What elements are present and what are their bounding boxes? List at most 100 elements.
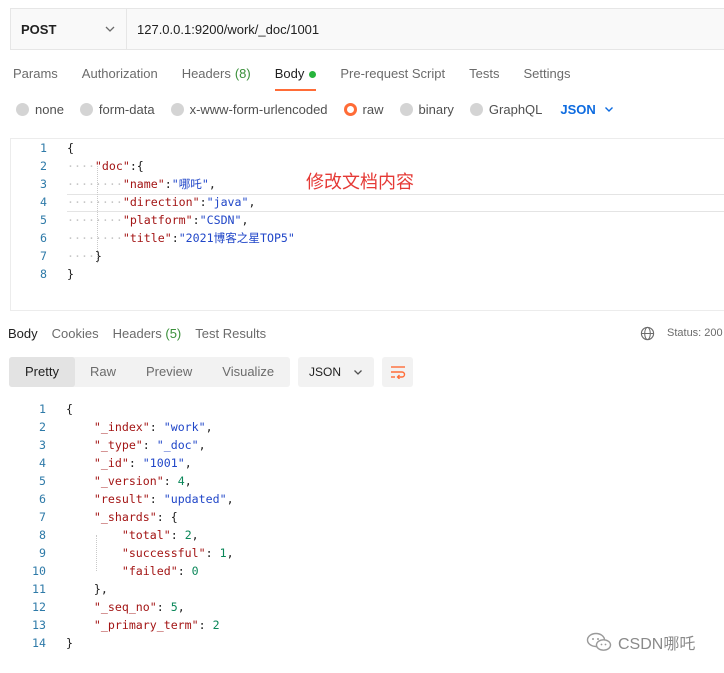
line-number: 8 <box>40 267 47 281</box>
code-line: }, <box>66 582 108 596</box>
response-body-viewer: 1 { 2 "_index": "work", 3 "_type": "_doc"… <box>10 400 724 660</box>
line-number: 6 <box>39 492 46 506</box>
tab-params-label: Params <box>13 66 58 81</box>
line-number: 13 <box>32 618 46 632</box>
tab-pre-request-script[interactable]: Pre-request Script <box>340 62 445 86</box>
radio-circle <box>16 102 29 116</box>
response-view-bar: Pretty Raw Preview Visualize JSON <box>9 357 413 387</box>
code-line: "_primary_term": 2 <box>93 618 220 632</box>
view-raw[interactable]: Raw <box>75 357 131 387</box>
chevron-down-icon <box>604 107 613 112</box>
view-pretty[interactable]: Pretty <box>9 357 75 387</box>
json-key: "doc" <box>94 159 130 173</box>
json-key: "platform" <box>122 213 193 227</box>
radio-form-data-label: form-data <box>98 101 155 117</box>
url-input[interactable]: 127.0.0.1:9200/work/_doc/1001 <box>127 9 724 49</box>
tab-settings[interactable]: Settings <box>523 62 570 86</box>
json-value: 1 <box>219 546 227 560</box>
tab-headers[interactable]: Headers (8) <box>182 62 251 86</box>
line-number: 7 <box>40 249 47 263</box>
radio-circle-selected <box>343 102 357 116</box>
code-line: "failed": 0 <box>121 564 199 578</box>
json-key: "_seq_no" <box>93 600 157 614</box>
line-number: 4 <box>39 456 46 470</box>
code-line: "_index": "work", <box>93 420 213 434</box>
view-mode-segments: Pretty Raw Preview Visualize <box>9 357 290 387</box>
tab-settings-label: Settings <box>523 66 571 81</box>
raw-format-label: JSON <box>560 101 596 117</box>
line-number: 3 <box>39 438 46 452</box>
json-key: "total" <box>121 528 171 542</box>
radio-form-data[interactable]: form-data <box>79 101 155 117</box>
json-key: "result" <box>93 492 150 506</box>
json-value: "_doc" <box>156 438 199 452</box>
wrap-lines-button[interactable] <box>382 357 413 387</box>
code-line: "_seq_no": 5, <box>93 600 185 614</box>
line-number: 2 <box>40 159 47 173</box>
radio-urlencoded-label: x-www-form-urlencoded <box>189 101 328 117</box>
radio-none-label: none <box>35 101 64 117</box>
response-tab-cookies[interactable]: Cookies <box>52 326 99 341</box>
code-line: { <box>67 141 74 155</box>
tab-tests-label: Tests <box>469 66 500 81</box>
code-line: "_type": "_doc", <box>93 438 206 452</box>
code-line: "successful": 1, <box>121 546 234 560</box>
json-key: "direction" <box>122 195 200 209</box>
json-value: "1001" <box>142 456 185 470</box>
status-label: Status: 200 <box>667 327 723 339</box>
json-value: "work" <box>163 420 206 434</box>
view-visualize[interactable]: Visualize <box>207 357 289 387</box>
code-line: ····} <box>67 249 102 263</box>
chevron-down-icon <box>354 370 362 375</box>
json-key: "_primary_term" <box>93 618 199 632</box>
line-number: 11 <box>32 582 46 596</box>
response-status: Status: 200 <box>640 324 723 342</box>
radio-urlencoded[interactable]: x-www-form-urlencoded <box>170 101 328 117</box>
code-line: "result": "updated", <box>93 492 234 506</box>
wrap-lines-icon <box>390 366 405 379</box>
line-number: 1 <box>39 402 46 416</box>
code-line: ········"name":"哪吒", <box>67 177 216 191</box>
radio-graphql[interactable]: GraphQL <box>469 102 542 117</box>
radio-binary[interactable]: binary <box>399 102 454 117</box>
tab-headers-label: Headers <box>181 66 231 81</box>
radio-raw[interactable]: raw <box>343 102 384 117</box>
json-value: "java" <box>206 195 249 209</box>
code-line: } <box>67 267 74 281</box>
response-tab-test-results[interactable]: Test Results <box>195 326 266 341</box>
response-tab-headers[interactable]: Headers (5) <box>113 326 182 341</box>
code-line: ········"direction":"java", <box>67 195 256 209</box>
tab-tests[interactable]: Tests <box>469 62 499 86</box>
json-key: "_type" <box>93 438 143 452</box>
json-key: "name" <box>122 177 165 191</box>
tab-body[interactable]: Body <box>274 62 317 91</box>
line-number: 4 <box>40 195 47 209</box>
raw-format-select[interactable]: JSON <box>560 102 613 117</box>
json-key: "_version" <box>93 474 164 488</box>
headers-count-badge: (8) <box>234 66 251 81</box>
radio-circle <box>170 102 184 116</box>
tab-pre-request-label: Pre-request Script <box>340 66 446 81</box>
globe-icon[interactable] <box>640 326 655 341</box>
json-value: 5 <box>170 600 178 614</box>
response-tab-body[interactable]: Body <box>8 326 38 341</box>
view-preview[interactable]: Preview <box>131 357 207 387</box>
annotation-text: 修改文档内容 <box>306 172 414 193</box>
tab-body-label: Body <box>274 66 305 81</box>
chevron-down-icon <box>105 26 115 32</box>
response-format-label: JSON <box>309 365 342 379</box>
tab-authorization[interactable]: Authorization <box>82 62 158 86</box>
json-value: 2 <box>184 528 192 542</box>
code-line: ····"doc":{ <box>67 159 144 173</box>
response-format-select[interactable]: JSON <box>298 357 374 387</box>
json-key: "_index" <box>93 420 150 434</box>
code-line: ········"title":"2021博客之星TOP5" <box>67 231 295 245</box>
line-number: 1 <box>40 141 47 155</box>
request-body-editor[interactable]: 1 { 2 ····"doc":{ 3 ········"name":"哪吒", 4 ·… <box>10 138 724 311</box>
line-number: 5 <box>39 474 46 488</box>
response-headers-count: (5) <box>165 325 182 341</box>
tab-params[interactable]: Params <box>13 62 58 86</box>
radio-none[interactable]: none <box>16 102 64 117</box>
json-value: 4 <box>177 474 185 488</box>
method-select[interactable]: POST <box>11 9 127 49</box>
